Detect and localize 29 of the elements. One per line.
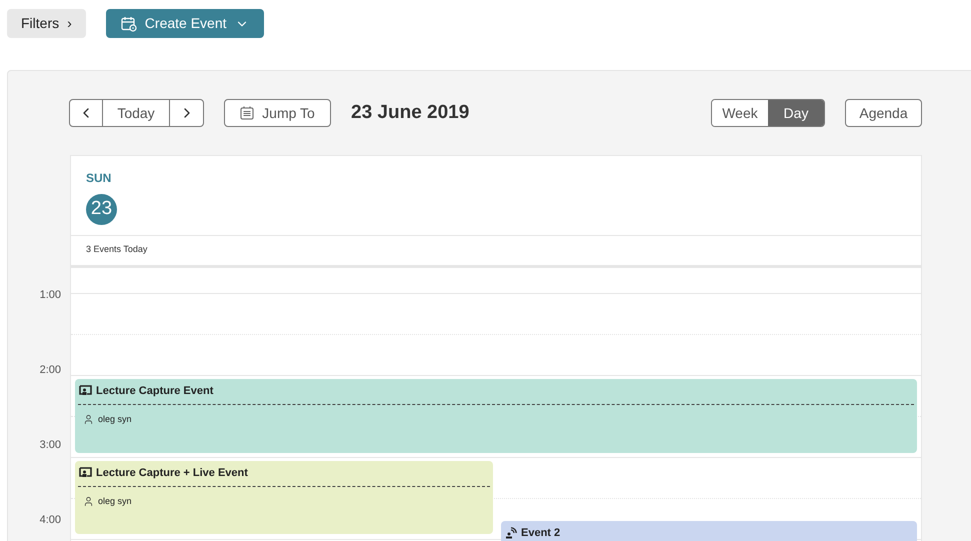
event-title: Lecture Capture Event [96, 384, 214, 398]
weekday-label: SUN [86, 170, 112, 186]
screen-icon [79, 385, 92, 396]
hour-label: 2:00 [38, 362, 62, 378]
agenda-button[interactable]: Agenda [845, 99, 922, 128]
event-card[interactable]: Event 2 [501, 520, 917, 541]
hour-label: 4:00 [38, 512, 62, 528]
event-title: Lecture Capture + Live Event [96, 466, 248, 480]
event-person: oleg syn [98, 413, 132, 426]
view-tab[interactable]: Day [768, 100, 824, 126]
jump-to-button[interactable]: Jump To [224, 99, 331, 128]
hour-label: 3:00 [38, 438, 62, 452]
calendar-icon [240, 106, 254, 120]
event-card[interactable]: Lecture Capture Event oleg syn [75, 378, 917, 452]
day-number-badge: 23 [86, 194, 117, 224]
events-count: 3 Events Today [86, 243, 148, 256]
event-person: oleg syn [98, 495, 132, 508]
create-event-button[interactable]: Create Event [106, 9, 264, 38]
event-title: Event 2 [521, 526, 560, 540]
hour-label: 1:00 [38, 288, 62, 302]
person-icon [83, 414, 94, 426]
screen-icon [79, 467, 92, 478]
view-tab[interactable]: Week [712, 100, 768, 126]
filters-button[interactable]: Filters › [7, 9, 86, 38]
broadcast-icon [505, 526, 517, 539]
calendar-add-icon [120, 16, 137, 32]
person-icon [83, 496, 94, 508]
current-date: 23 June 2019 [351, 101, 470, 125]
event-card[interactable]: Lecture Capture + Live Event oleg syn [75, 460, 493, 534]
